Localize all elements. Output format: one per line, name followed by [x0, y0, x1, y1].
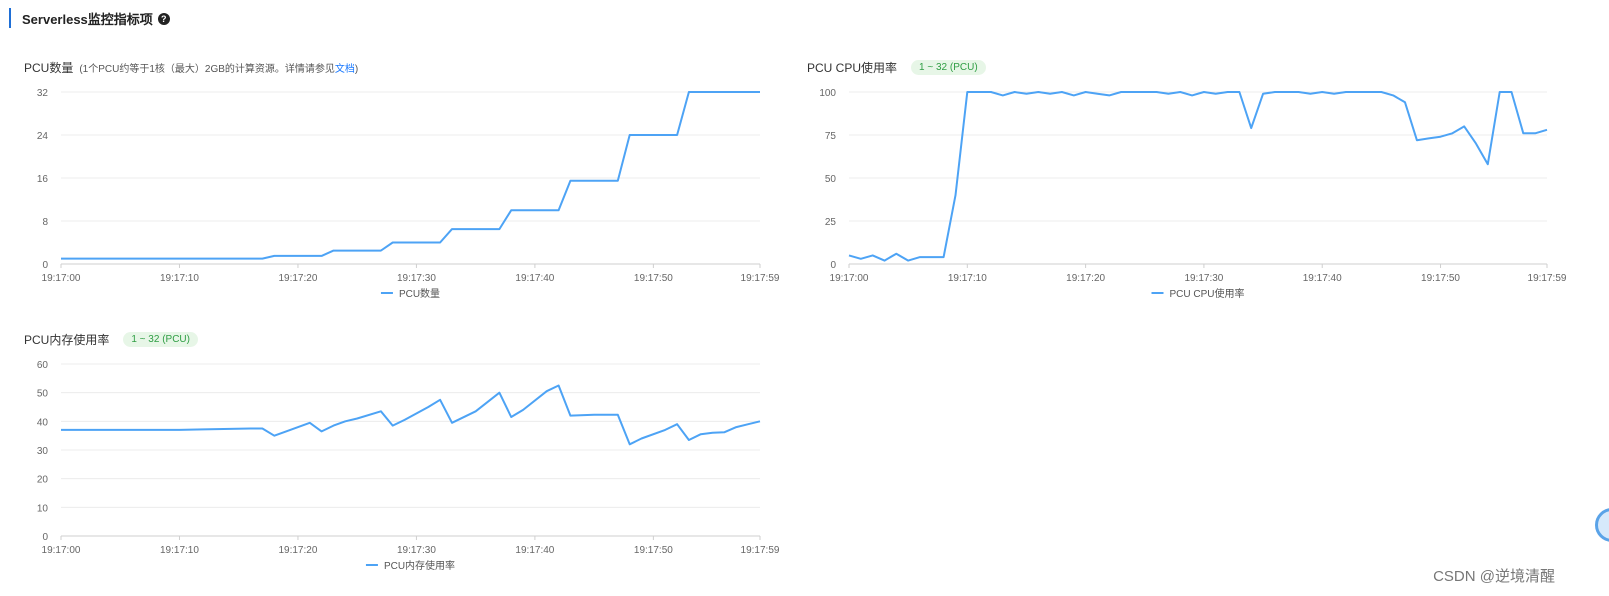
x-tick-label: 19:17:20 [1066, 273, 1105, 284]
x-tick-label: 19:17:10 [948, 273, 987, 284]
y-tick-label: 75 [825, 131, 837, 142]
y-tick-label: 32 [37, 88, 49, 99]
x-tick-label: 19:17:50 [634, 545, 673, 556]
y-tick-label: 8 [42, 217, 48, 228]
y-tick-label: 50 [37, 389, 49, 400]
y-tick-label: 24 [37, 131, 49, 142]
pcu-count-chart: 0 8 16 24 32 19:17:00 19:17:10 19:17:20 19:17:30… [37, 88, 780, 300]
x-tick-label: 19:17:40 [515, 273, 554, 284]
y-tick-label: 16 [37, 174, 49, 185]
y-tick-label: 25 [825, 217, 837, 228]
y-tick-label: 0 [42, 532, 48, 543]
x-tick-label: 19:17:59 [741, 273, 780, 284]
y-tick-label: 100 [819, 88, 836, 99]
x-tick-label: 19:17:20 [278, 273, 317, 284]
y-tick-label: 60 [37, 360, 49, 371]
x-tick-label: 19:17:59 [741, 545, 780, 556]
y-tick-label: 30 [37, 446, 49, 457]
pcu-cpu-panel: PCU CPU使用率 1 ~ 32 (PCU) 0 25 50 75 100 19:17:… [807, 57, 1567, 307]
y-tick-label: 40 [37, 417, 49, 428]
x-tick-label: 19:17:00 [42, 273, 81, 284]
series-line [848, 91, 1548, 262]
floating-assistant-icon[interactable] [1595, 508, 1609, 542]
x-tick-label: 19:17:50 [634, 273, 673, 284]
x-tick-label: 19:17:40 [1303, 273, 1342, 284]
section-header: Serverless监控指标项 ? [9, 8, 170, 28]
x-tick-label: 19:17:50 [1421, 273, 1460, 284]
x-tick-label: 19:17:10 [160, 545, 199, 556]
x-tick-label: 19:17:10 [160, 273, 199, 284]
x-tick-label: 19:17:00 [830, 273, 869, 284]
legend-label: PCU数量 [399, 287, 440, 300]
series-line [61, 384, 761, 446]
x-tick-label: 19:17:20 [278, 545, 317, 556]
y-tick-label: 10 [37, 503, 49, 514]
pcu-cpu-chart: 0 25 50 75 100 19:17:00 19:17:10 19:17:20 19:17:… [819, 88, 1567, 300]
y-tick-label: 0 [830, 260, 836, 271]
x-tick-label: 19:17:30 [1184, 273, 1223, 284]
y-tick-label: 50 [825, 174, 837, 185]
legend-label: PCU内存使用率 [384, 559, 455, 572]
y-tick-label: 0 [42, 260, 48, 271]
watermark: CSDN @逆境清醒 [1433, 568, 1555, 585]
legend-label: PCU CPU使用率 [1169, 287, 1244, 300]
pcu-memory-panel: PCU内存使用率 1 ~ 32 (PCU) 0 10 20 30 40 50 60 19:17… [24, 329, 784, 579]
pcu-count-panel: PCU数量 (1个PCU约等于1核（最大）2GB的计算资源。详情请参见文档) 0… [24, 57, 784, 307]
series-line [61, 91, 760, 260]
pcu-memory-chart: 0 10 20 30 40 50 60 19:17:00 19:17:10 19:17:20 19:… [37, 360, 780, 572]
section-title: Serverless监控指标项 [22, 11, 153, 27]
x-tick-label: 19:17:00 [42, 545, 81, 556]
x-tick-label: 19:17:30 [397, 545, 436, 556]
help-icon[interactable]: ? [157, 13, 170, 25]
x-tick-label: 19:17:30 [397, 273, 436, 284]
x-tick-label: 19:17:59 [1528, 273, 1567, 284]
y-tick-label: 20 [37, 475, 49, 486]
x-tick-label: 19:17:40 [515, 545, 554, 556]
